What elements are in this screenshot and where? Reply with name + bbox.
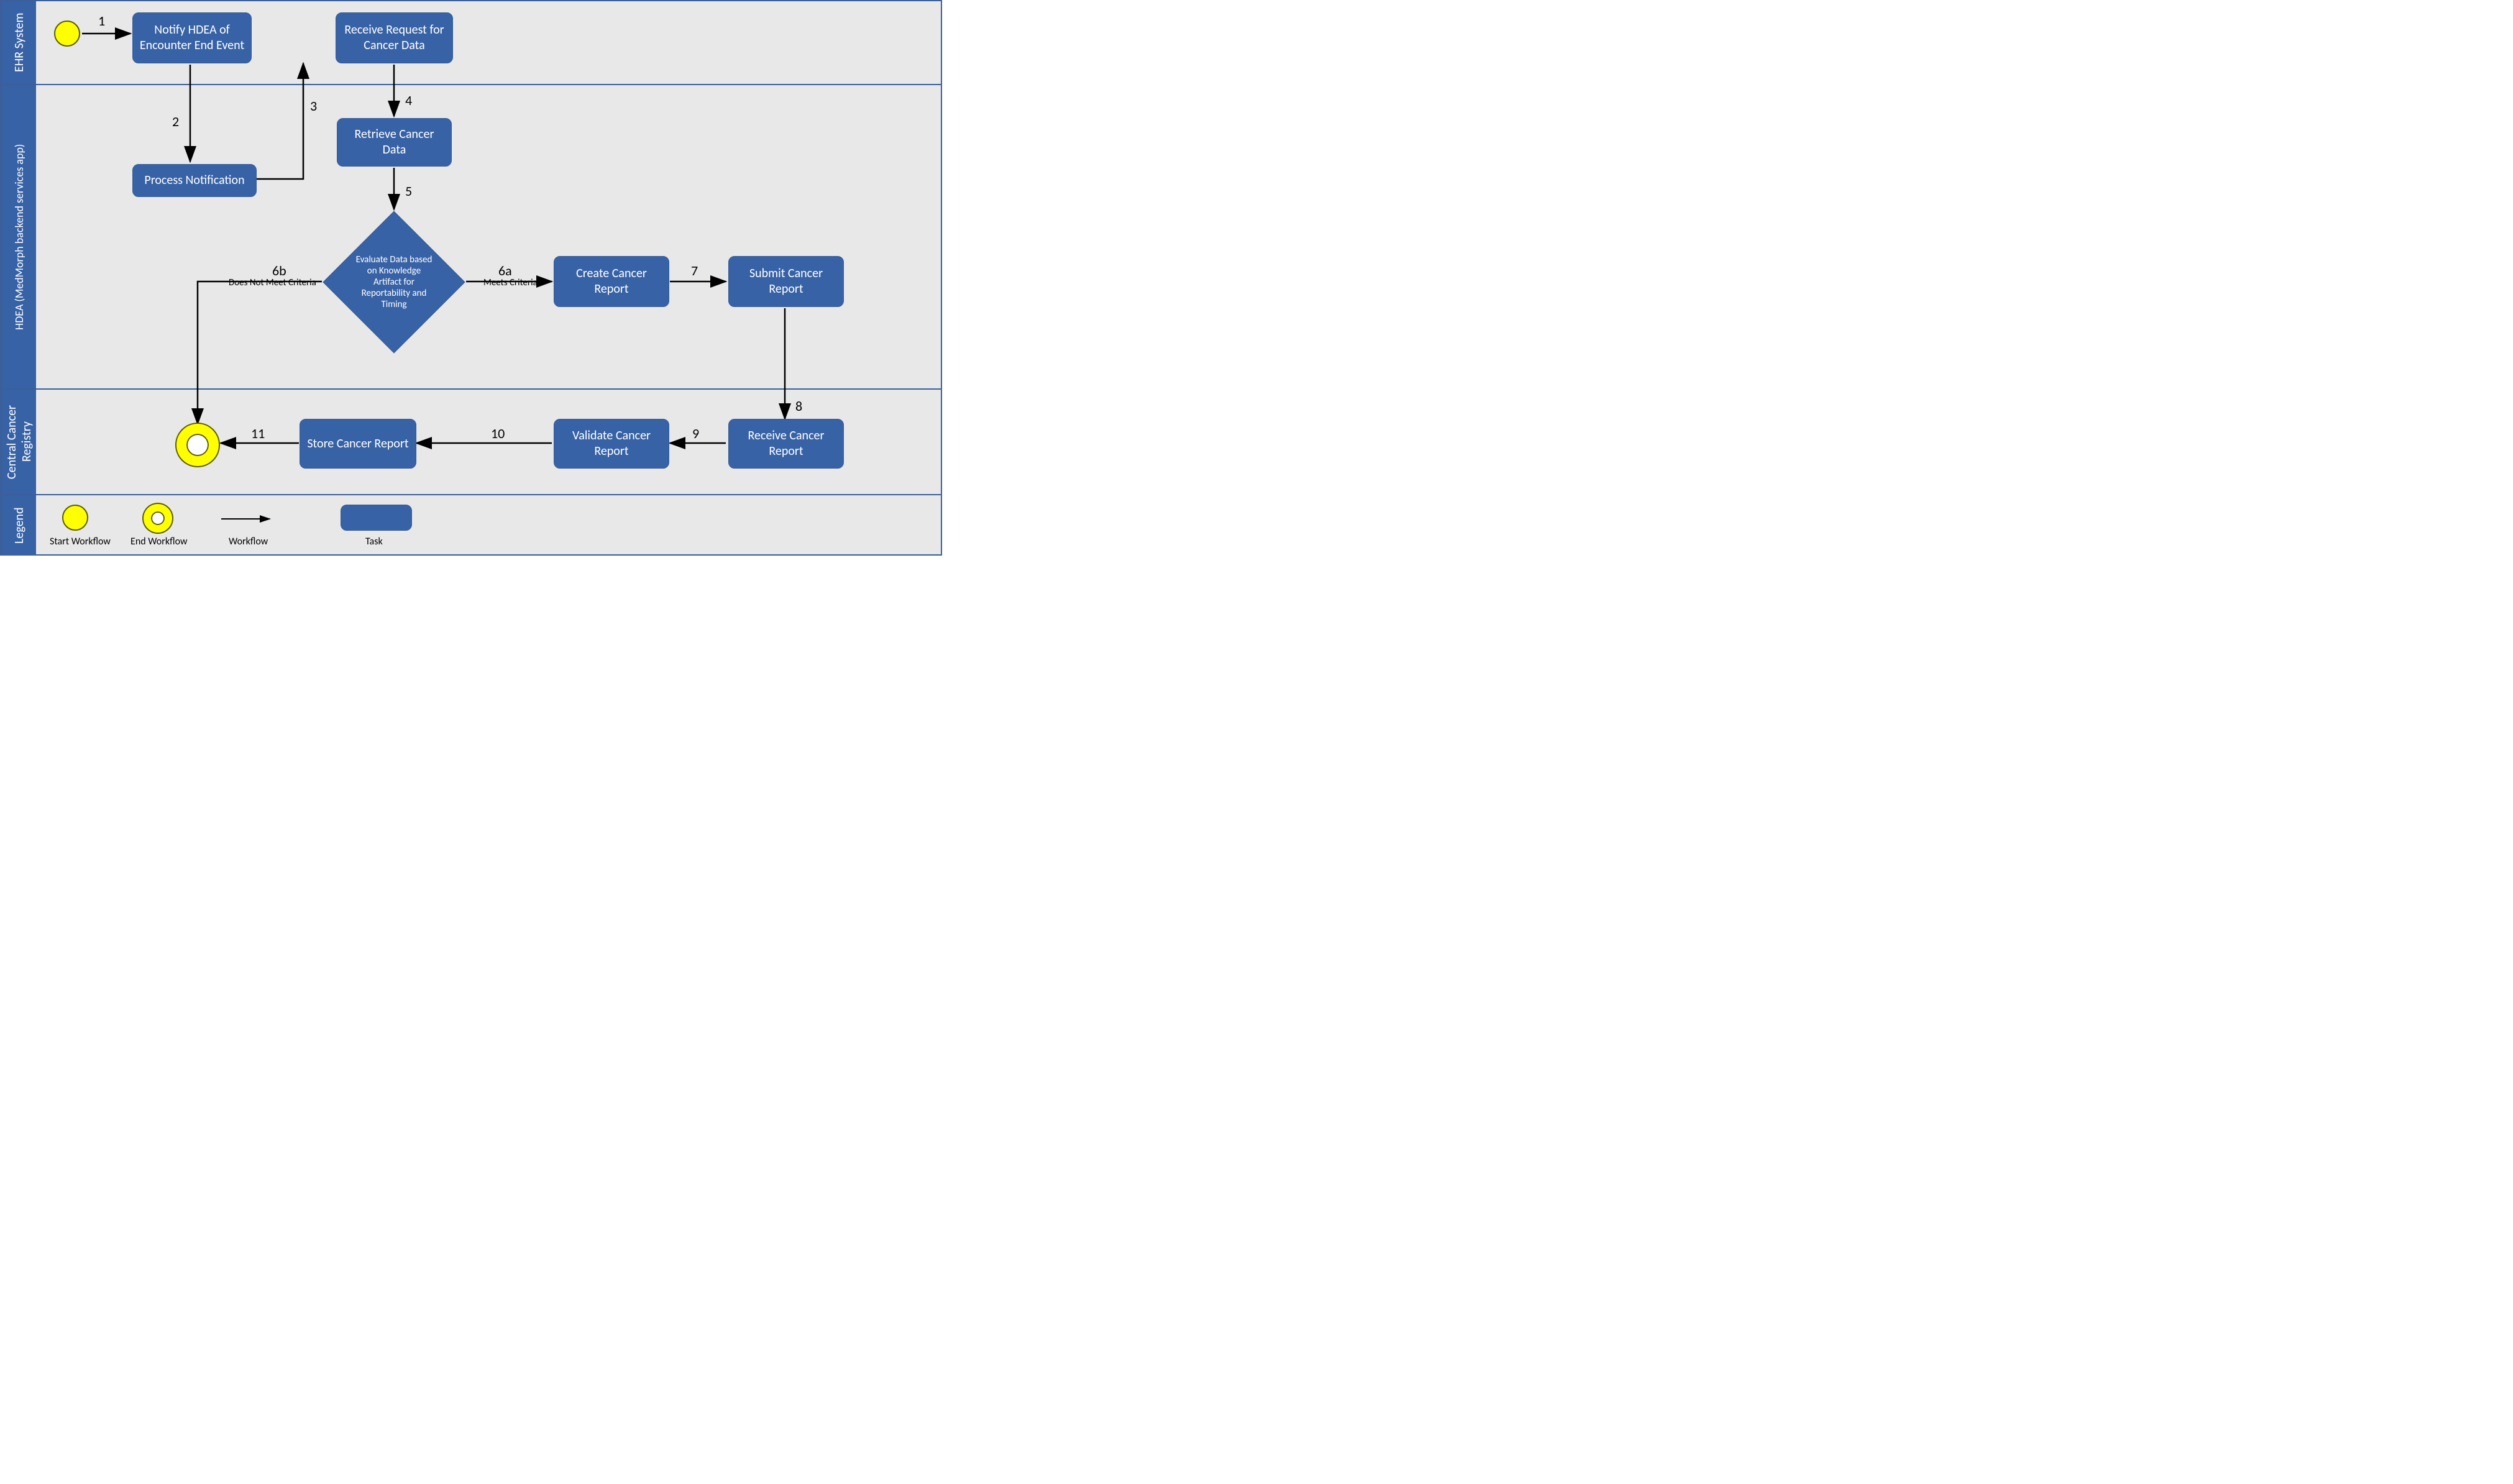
lane-label-hdea: HDEA (MedMorph backend services app) — [1, 85, 36, 388]
lane-legend: Legend Start Workflow End Workflow Workf… — [1, 495, 941, 556]
step-7: 7 — [691, 262, 698, 279]
start-event — [54, 21, 80, 47]
step-8: 8 — [795, 398, 802, 415]
lane-hdea: HDEA (MedMorph backend services app) — [1, 85, 941, 390]
legend-workflow-label: Workflow — [229, 536, 268, 547]
task-receive-request: Receive Request for Cancer Data — [336, 12, 453, 63]
step-6a: 6a — [498, 262, 512, 279]
step-6b-label: Does Not Meet Criteria — [229, 277, 316, 288]
step-1: 1 — [98, 12, 105, 29]
task-notify: Notify HDEA of Encounter End Event — [132, 12, 252, 63]
legend-arrow-icon — [221, 514, 277, 526]
lane-label-legend: Legend — [1, 495, 36, 556]
end-event — [176, 424, 219, 466]
task-validate-report: Validate Cancer Report — [554, 419, 669, 469]
legend-end-label: End Workflow — [130, 536, 187, 547]
lane-label-ehr: EHR System — [1, 1, 36, 84]
step-11: 11 — [251, 425, 265, 442]
step-6a-label: Meets Criteria — [483, 277, 538, 288]
step-3: 3 — [310, 98, 317, 114]
step-10: 10 — [491, 425, 505, 442]
step-6b: 6b — [272, 262, 286, 279]
task-submit-report: Submit Cancer Report — [728, 256, 844, 307]
step-2: 2 — [172, 113, 179, 130]
task-store-report: Store Cancer Report — [300, 419, 416, 469]
step-5: 5 — [405, 183, 412, 199]
legend-end-icon — [144, 504, 172, 533]
legend-start-label: Start Workflow — [50, 536, 111, 547]
step-9: 9 — [692, 425, 699, 442]
legend-start-icon — [62, 505, 88, 531]
step-4: 4 — [405, 92, 412, 109]
legend-task-icon — [341, 505, 412, 531]
swimlane-diagram: EHR System HDEA (MedMorph backend servic… — [0, 0, 942, 556]
task-process-notification: Process Notification — [132, 164, 257, 197]
legend-task-label: Task — [365, 536, 383, 547]
lane-label-registry: Central Cancer Registry — [1, 390, 36, 494]
task-create-report: Create Cancer Report — [554, 256, 669, 307]
task-retrieve: Retrieve Cancer Data — [337, 118, 452, 167]
decision-evaluate-text: Evaluate Data based on Knowledge Artifac… — [344, 232, 444, 332]
task-receive-report: Receive Cancer Report — [728, 419, 844, 469]
